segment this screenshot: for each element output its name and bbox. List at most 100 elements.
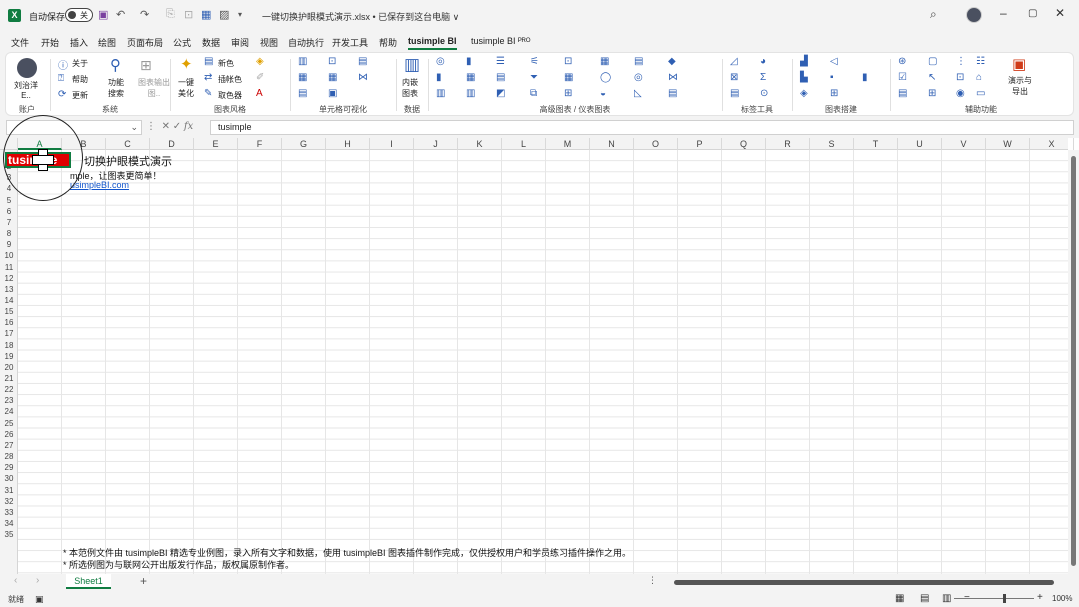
label-tool-icon[interactable]: ⊙ xyxy=(760,88,768,99)
one-key-beautify-button[interactable]: 一键 美化 xyxy=(178,77,194,99)
table-icon[interactable]: ▦ xyxy=(201,8,211,21)
chevron-down-icon[interactable]: ⌄ xyxy=(130,122,138,133)
tab-help[interactable]: 帮助 xyxy=(379,36,397,49)
column-header[interactable]: V xyxy=(942,138,986,150)
row-header[interactable]: 10 xyxy=(0,251,18,262)
zoom-in-icon[interactable]: + xyxy=(1037,592,1043,603)
aux-tool-icon[interactable]: ⊡ xyxy=(956,72,964,83)
column-header[interactable]: U xyxy=(898,138,942,150)
row-header[interactable]: 33 xyxy=(0,508,18,519)
fill-color-icon[interactable]: ◈ xyxy=(256,56,264,67)
chart-type-icon[interactable]: ▥ xyxy=(436,88,445,99)
cell-bar-icon[interactable]: ▥ xyxy=(298,56,307,67)
search-icon[interactable]: ⌕ xyxy=(930,7,937,22)
row-header[interactable]: 24 xyxy=(0,407,18,418)
swap-color-button[interactable]: 插帐色 xyxy=(218,74,242,85)
row-header[interactable]: 22 xyxy=(0,385,18,396)
column-header[interactable]: I xyxy=(370,138,414,150)
column-header[interactable]: P xyxy=(678,138,722,150)
row-header[interactable]: 28 xyxy=(0,452,18,463)
chart-output-icon[interactable]: ⊞ xyxy=(140,57,152,74)
cell-table-icon[interactable]: ▤ xyxy=(298,88,307,99)
aux-tool-icon[interactable]: ⊛ xyxy=(898,56,906,67)
chart-type-icon[interactable]: ▮ xyxy=(436,72,442,83)
label-tool-icon[interactable]: ◿ xyxy=(730,56,738,67)
row-header[interactable]: 6 xyxy=(0,207,18,218)
cell-icon-set-icon[interactable]: ⋈ xyxy=(358,72,368,83)
column-header[interactable]: R xyxy=(766,138,810,150)
cell-grid[interactable] xyxy=(18,150,1068,574)
aux-tool-icon[interactable]: ▢ xyxy=(928,56,937,67)
row-header[interactable]: 27 xyxy=(0,441,18,452)
column-header[interactable]: N xyxy=(590,138,634,150)
chart-type-icon[interactable]: ⊡ xyxy=(564,56,572,67)
row-header[interactable]: 15 xyxy=(0,307,18,318)
format-painter-icon[interactable]: ⊡ xyxy=(184,8,193,21)
row-header[interactable]: 14 xyxy=(0,296,18,307)
column-header[interactable]: J xyxy=(414,138,458,150)
row-header[interactable]: 19 xyxy=(0,352,18,363)
feature-search-button[interactable]: 功能 搜索 xyxy=(108,77,124,99)
chart-type-icon[interactable]: ◎ xyxy=(436,56,445,67)
chart-type-icon[interactable]: ▦ xyxy=(466,72,475,83)
column-header[interactable]: O xyxy=(634,138,678,150)
zoom-slider[interactable] xyxy=(954,598,1034,599)
line-color-icon[interactable]: ✐ xyxy=(256,72,264,83)
label-tool-icon[interactable]: ▤ xyxy=(730,88,739,99)
chart-type-icon[interactable]: ◎ xyxy=(634,72,643,83)
tab-tusimple-bi[interactable]: tusimple BI xyxy=(408,36,457,50)
close-icon[interactable]: ✕ xyxy=(1055,6,1065,20)
tab-draw[interactable]: 绘图 xyxy=(98,36,116,49)
column-header[interactable]: S xyxy=(810,138,854,150)
build-tool-icon[interactable]: ▟ xyxy=(800,56,808,67)
row-header[interactable]: 21 xyxy=(0,374,18,385)
chart-type-icon[interactable]: ◆ xyxy=(668,56,676,67)
column-header[interactable]: W xyxy=(986,138,1030,150)
zoom-slider-knob[interactable] xyxy=(1003,594,1006,603)
label-tool-icon[interactable]: ⊠ xyxy=(730,72,738,83)
aux-tool-icon[interactable]: ◉ xyxy=(956,88,965,99)
autosave-toggle[interactable]: 关 xyxy=(65,8,93,22)
help-button[interactable]: 帮助 xyxy=(72,74,88,85)
build-tool-icon[interactable]: ◁ xyxy=(830,56,838,67)
column-header[interactable]: Q xyxy=(722,138,766,150)
tab-page-layout[interactable]: 页面布局 xyxy=(127,36,163,49)
row-header[interactable]: 26 xyxy=(0,430,18,441)
chart-type-icon[interactable]: ☰ xyxy=(496,56,505,67)
column-header[interactable]: G xyxy=(282,138,326,150)
column-header[interactable]: F xyxy=(238,138,282,150)
aux-tool-icon[interactable]: ▭ xyxy=(976,88,985,99)
save-icon[interactable]: ▣ xyxy=(98,8,108,21)
zoom-level[interactable]: 100% xyxy=(1052,594,1072,603)
magic-wand-icon[interactable]: ✦ xyxy=(180,55,193,73)
column-header[interactable]: K xyxy=(458,138,502,150)
chart-type-icon[interactable]: ⚟ xyxy=(530,56,539,67)
chart-type-icon[interactable]: ⊞ xyxy=(564,88,572,99)
chart-type-icon[interactable]: ▦ xyxy=(600,56,609,67)
row-header[interactable]: 12 xyxy=(0,274,18,285)
column-header[interactable]: X xyxy=(1030,138,1074,150)
aux-tool-icon[interactable]: ↖ xyxy=(928,72,936,83)
chart-type-icon[interactable]: ⏷ xyxy=(530,72,538,83)
row-header[interactable]: 35 xyxy=(0,530,18,541)
undo-icon[interactable]: ↶ xyxy=(116,8,125,21)
column-header[interactable]: C xyxy=(106,138,150,150)
chart-type-icon[interactable]: ▤ xyxy=(496,72,505,83)
account-avatar[interactable] xyxy=(17,58,37,78)
row-header[interactable]: 5 xyxy=(0,196,18,207)
label-tool-icon[interactable]: ◕ xyxy=(760,56,766,67)
cell-dot-icon[interactable]: ⊡ xyxy=(328,56,336,67)
customize-qat-icon[interactable]: ▾ xyxy=(238,10,242,19)
scroll-thumb[interactable] xyxy=(1071,156,1076,566)
tab-tusimple-bi-pro[interactable]: tusimple BI ᴾᴿᴼ xyxy=(471,36,530,46)
tab-developer[interactable]: 开发工具 xyxy=(332,36,368,49)
paste-icon[interactable]: ⎘ xyxy=(166,8,175,21)
chart-type-icon[interactable]: ⧉ xyxy=(530,88,537,99)
row-header[interactable]: 18 xyxy=(0,341,18,352)
inner-chart-button[interactable]: 内嵌 图表 xyxy=(402,77,418,99)
eyedropper-button[interactable]: 取色器 xyxy=(218,90,242,101)
font-color-icon[interactable]: A xyxy=(256,88,263,99)
cell-b3-link[interactable]: usimpleBI.com xyxy=(70,180,129,190)
chart-type-icon[interactable]: ◩ xyxy=(496,88,505,99)
page-break-view-icon[interactable]: ▥ xyxy=(942,593,951,604)
